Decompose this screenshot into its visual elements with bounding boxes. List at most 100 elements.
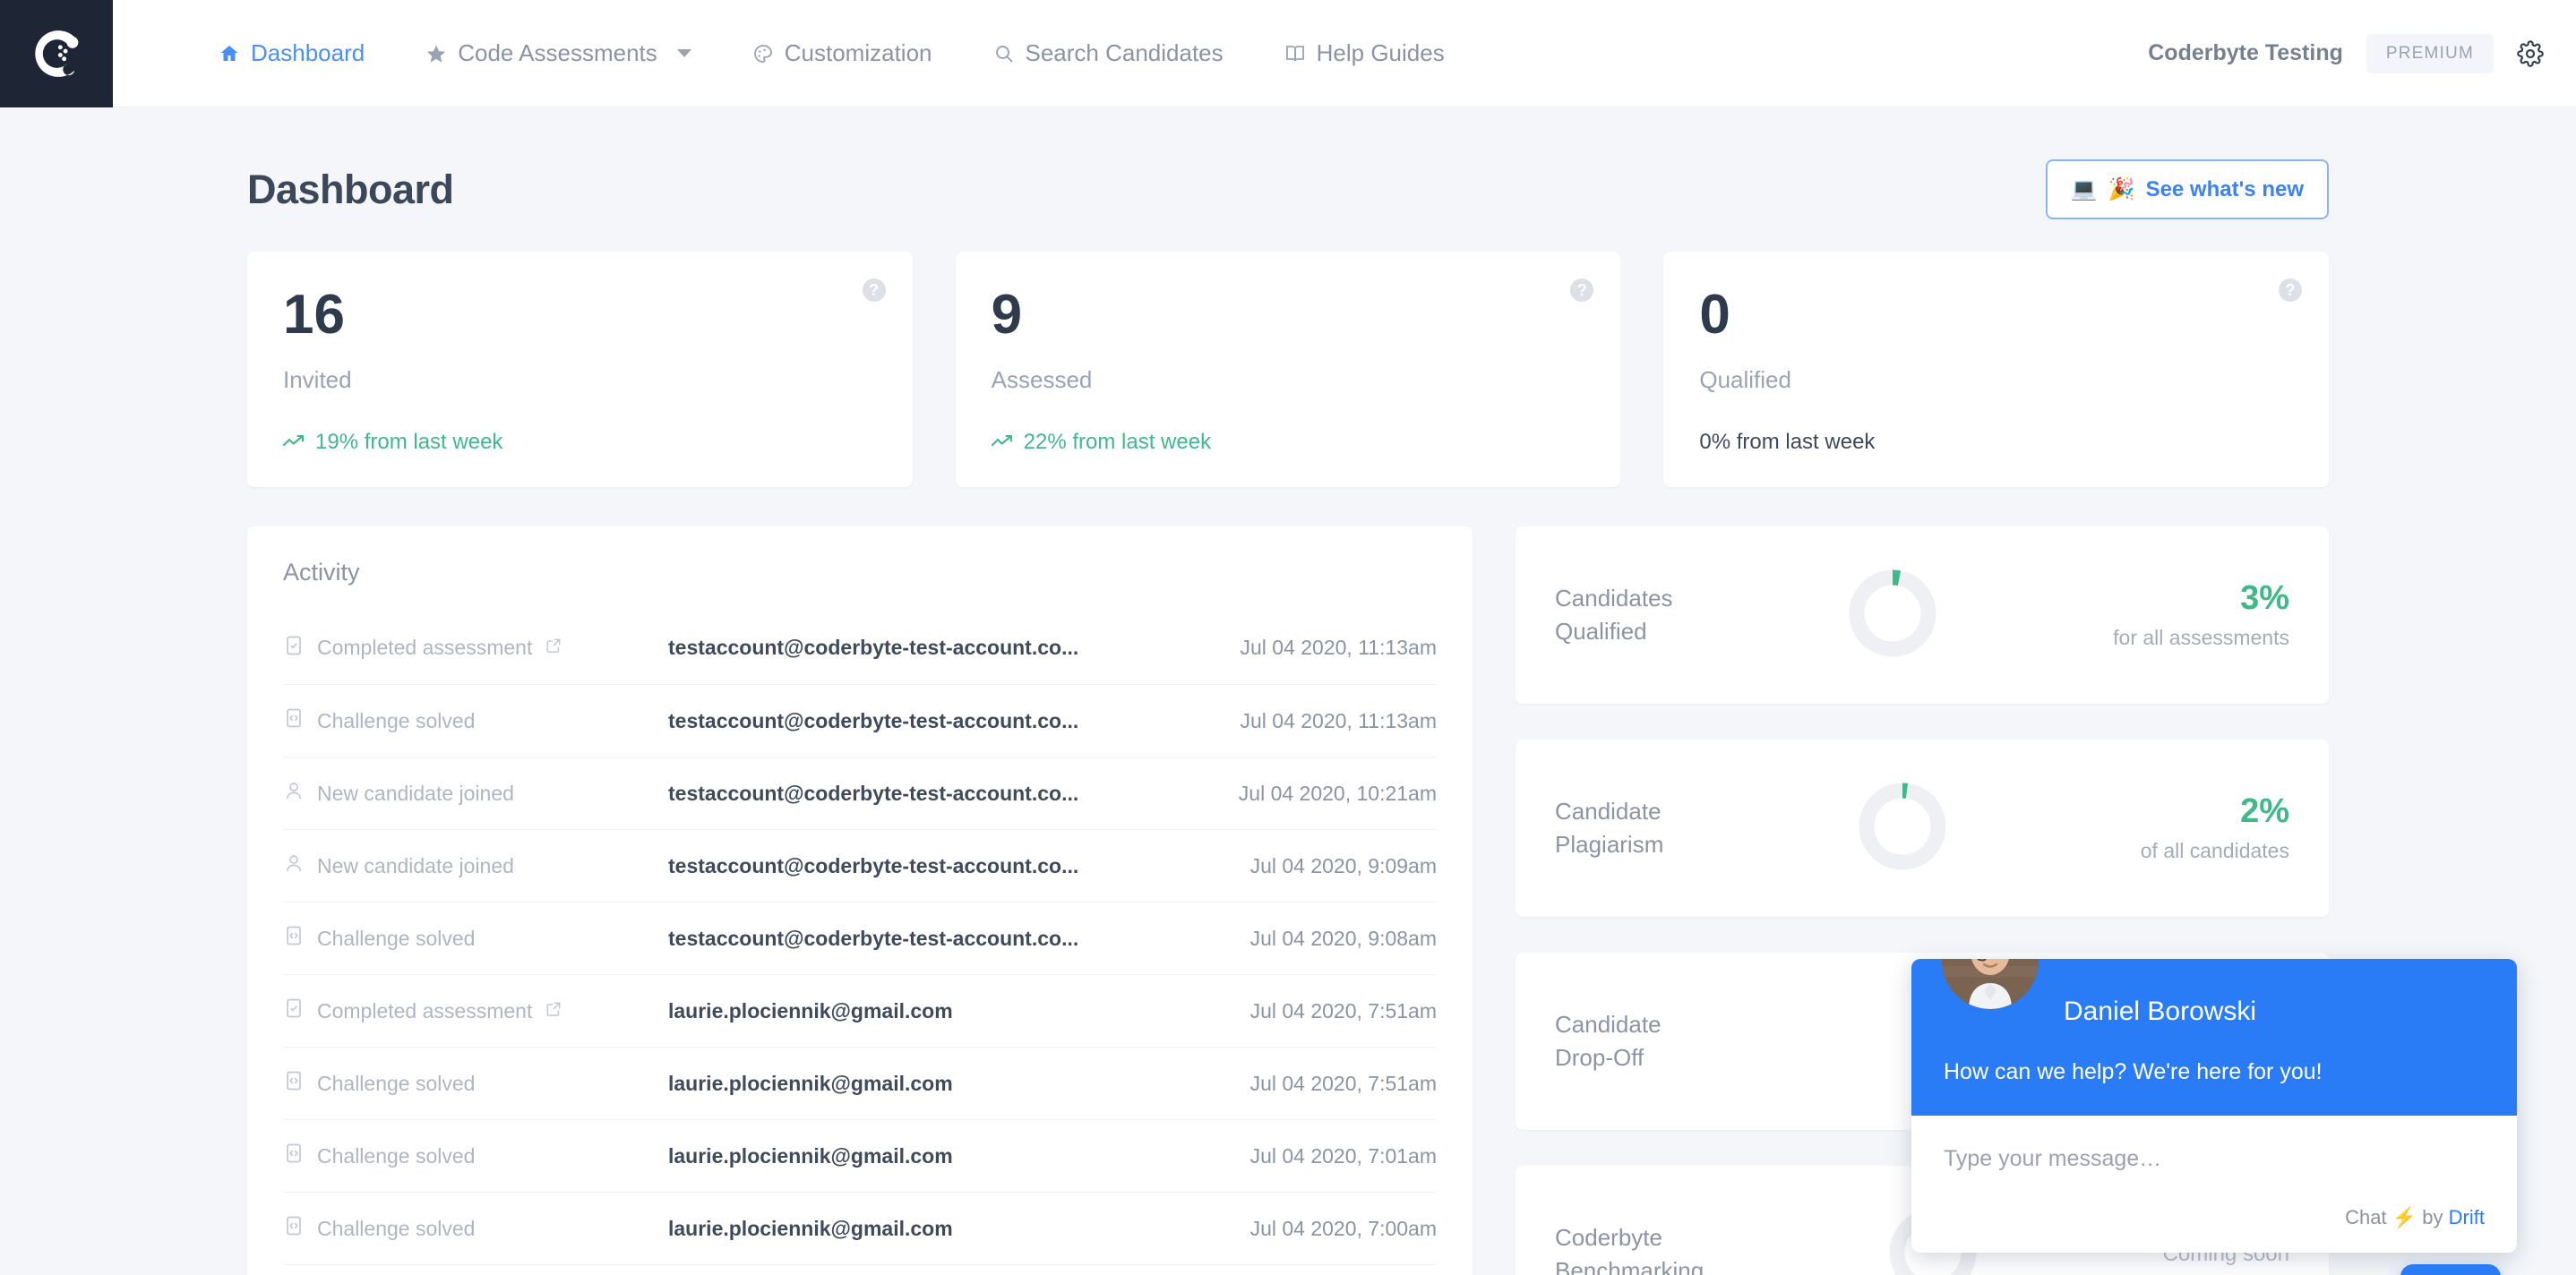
activity-timestamp: Jul 04 2020, 7:51am [1249, 998, 1437, 1023]
stat-value: 0 [1699, 284, 1730, 346]
activity-row[interactable]: Completed assessment testaccount@coderbyt… [283, 612, 1437, 684]
activity-type-label: Challenge solved [317, 1143, 476, 1168]
nav-item-code-assessments[interactable]: Code Assessments [395, 39, 722, 67]
help-icon[interactable]: ? [862, 278, 886, 302]
drift-chat-widget[interactable]: Daniel Borowski How can we help? We're h… [1911, 959, 2517, 1253]
activity-type-label: Challenge solved [317, 1071, 476, 1095]
metric-percent: 2% [2240, 792, 2289, 830]
trend-text: 0% from last week [1699, 430, 1876, 454]
nav-item-search-candidates[interactable]: Search Candidates [963, 39, 1254, 67]
page-title: Dashboard [247, 166, 454, 212]
activity-email: laurie.plociennik@gmail.com [668, 1143, 953, 1168]
activity-list: Completed assessment testaccount@coderbyt… [283, 612, 1437, 1275]
activity-row[interactable]: Completed assessment laurie.plociennik@gm… [283, 974, 1437, 1047]
help-icon[interactable]: ? [1570, 278, 1594, 302]
activity-email: testaccount@coderbyte-test-account.co... [668, 781, 1079, 805]
activity-type: New candidate joined [283, 780, 668, 807]
activity-row[interactable]: Challenge solvedlaurie.plociennik@gmail.… [283, 1264, 1437, 1275]
star-icon [425, 43, 447, 64]
nav-item-customization[interactable]: Customization [722, 39, 963, 67]
activity-row[interactable]: Challenge solved laurie.plociennik@gmail.… [283, 1119, 1437, 1192]
top-navigation-bar: Dashboard Code Assessments Customization [0, 0, 2576, 107]
nav-label: Code Assessments [458, 39, 657, 66]
metric-percent: 3% [2240, 578, 2289, 617]
code-icon [283, 1070, 305, 1097]
party-popper-icon: 🎉 [2108, 177, 2135, 201]
code-icon [283, 1142, 305, 1169]
search-icon [993, 43, 1015, 64]
activity-timestamp: Jul 04 2020, 9:09am [1249, 853, 1437, 877]
activity-row[interactable]: New candidate joined testaccount@coderbyt… [283, 829, 1437, 902]
drift-brand-link[interactable]: Drift [2449, 1206, 2485, 1228]
external-link-icon[interactable] [545, 636, 562, 660]
see-whats-new-button[interactable]: 💻 🎉 See what's new [2045, 159, 2329, 219]
chat-message-input[interactable]: Type your message… [1944, 1146, 2485, 1172]
stat-label: Qualified [1699, 366, 1791, 393]
activity-type-label: Completed assessment [317, 636, 533, 659]
activity-type: Challenge solved [283, 707, 668, 734]
activity-type-label: Challenge solved [317, 926, 476, 950]
metric-title-line1: Candidate [1555, 1011, 1662, 1039]
plan-badge: PREMIUM [2366, 33, 2494, 73]
activity-email: testaccount@coderbyte-test-account.co... [668, 636, 1079, 659]
external-link-icon[interactable] [545, 999, 562, 1023]
metric-title-line1: Candidates [1555, 585, 1673, 612]
activity-type-label: Completed assessment [317, 998, 533, 1023]
activity-row[interactable]: Challenge solved testaccount@coderbyte-te… [283, 902, 1437, 974]
page-header: Dashboard 💻 🎉 See what's new [247, 107, 2329, 252]
trend-up-icon [991, 430, 1015, 455]
metric-title-line2: Drop-Off [1555, 1044, 1644, 1071]
activity-type: Challenge solved [283, 1142, 668, 1169]
see-whats-new-label: See what's new [2145, 176, 2304, 201]
code-icon [283, 925, 305, 952]
trend-up-icon [282, 430, 306, 455]
stat-card-assessed: ? 9 Assessed 22% from last week [955, 252, 1621, 487]
nav-item-dashboard[interactable]: Dashboard [188, 39, 395, 67]
chat-close-button[interactable] [2400, 1264, 2501, 1275]
activity-row[interactable]: Challenge solved testaccount@coderbyte-te… [283, 684, 1437, 757]
activity-title: Activity [283, 559, 360, 586]
activity-email: laurie.plociennik@gmail.com [668, 998, 953, 1023]
activity-timestamp: Jul 04 2020, 10:21am [1238, 781, 1437, 805]
activity-row[interactable]: Challenge solvedlaurie.plociennik@gmail.… [283, 1192, 1437, 1264]
metric-card[interactable]: Candidate Plagiarism 2% of all candidates [1516, 740, 2329, 917]
stat-cards: ? 16 Invited 19% from last week ? 9 Asse… [247, 252, 2330, 487]
stat-label: Assessed [991, 366, 1093, 393]
activity-timestamp: Jul 04 2020, 9:08am [1249, 926, 1437, 950]
activity-panel: Activity Completed assessment testaccount… [247, 526, 1473, 1275]
avatar [1942, 959, 2039, 1009]
activity-type: Challenge solved [283, 1215, 668, 1242]
help-icon[interactable]: ? [2279, 278, 2303, 302]
user-icon [283, 852, 305, 879]
metric-title-line2: Plagiarism [1555, 831, 1664, 858]
chat-footer-by: by [2422, 1206, 2443, 1228]
chat-footer-prefix: Chat [2345, 1206, 2387, 1228]
book-icon [1284, 43, 1306, 64]
app-logo[interactable] [0, 0, 113, 107]
metric-card[interactable]: Candidates Qualified 3% for all assessments [1516, 526, 2329, 704]
activity-row[interactable]: Challenge solvedlaurie.plociennik@gmail.… [283, 1047, 1437, 1119]
activity-email: testaccount@coderbyte-test-account.co... [668, 926, 1079, 950]
nav-item-help-guides[interactable]: Help Guides [1254, 39, 1475, 67]
chat-input-area[interactable]: Type your message… [1911, 1116, 2517, 1192]
activity-row[interactable]: New candidate joined testaccount@coderbyt… [283, 757, 1437, 829]
code-icon [283, 1215, 305, 1242]
metric-value-block: 3% for all assessments [2113, 581, 2289, 650]
activity-type-label: New candidate joined [317, 853, 514, 877]
chevron-down-icon[interactable] [676, 49, 691, 57]
activity-timestamp: Jul 04 2020, 7:00am [1249, 1216, 1437, 1240]
stat-trend: 22% from last week [991, 430, 1585, 455]
activity-type: New candidate joined [283, 852, 668, 879]
metric-title-line2: Qualified [1555, 618, 1647, 645]
nav-label: Dashboard [251, 39, 365, 66]
donut-chart-icon [1849, 569, 1936, 656]
metric-title-line1: Coderbyte [1555, 1224, 1662, 1252]
gear-icon[interactable] [2517, 39, 2544, 67]
bolt-icon: ⚡ [2391, 1206, 2417, 1228]
metric-donut [1854, 778, 1951, 879]
donut-chart-icon [1859, 783, 1946, 869]
chat-footer: Chat ⚡ by Drift [1911, 1192, 2517, 1253]
metric-subtitle: of all candidates [2140, 838, 2289, 862]
metric-title: Candidate Plagiarism [1555, 795, 1663, 861]
activity-type: Completed assessment [283, 635, 668, 662]
